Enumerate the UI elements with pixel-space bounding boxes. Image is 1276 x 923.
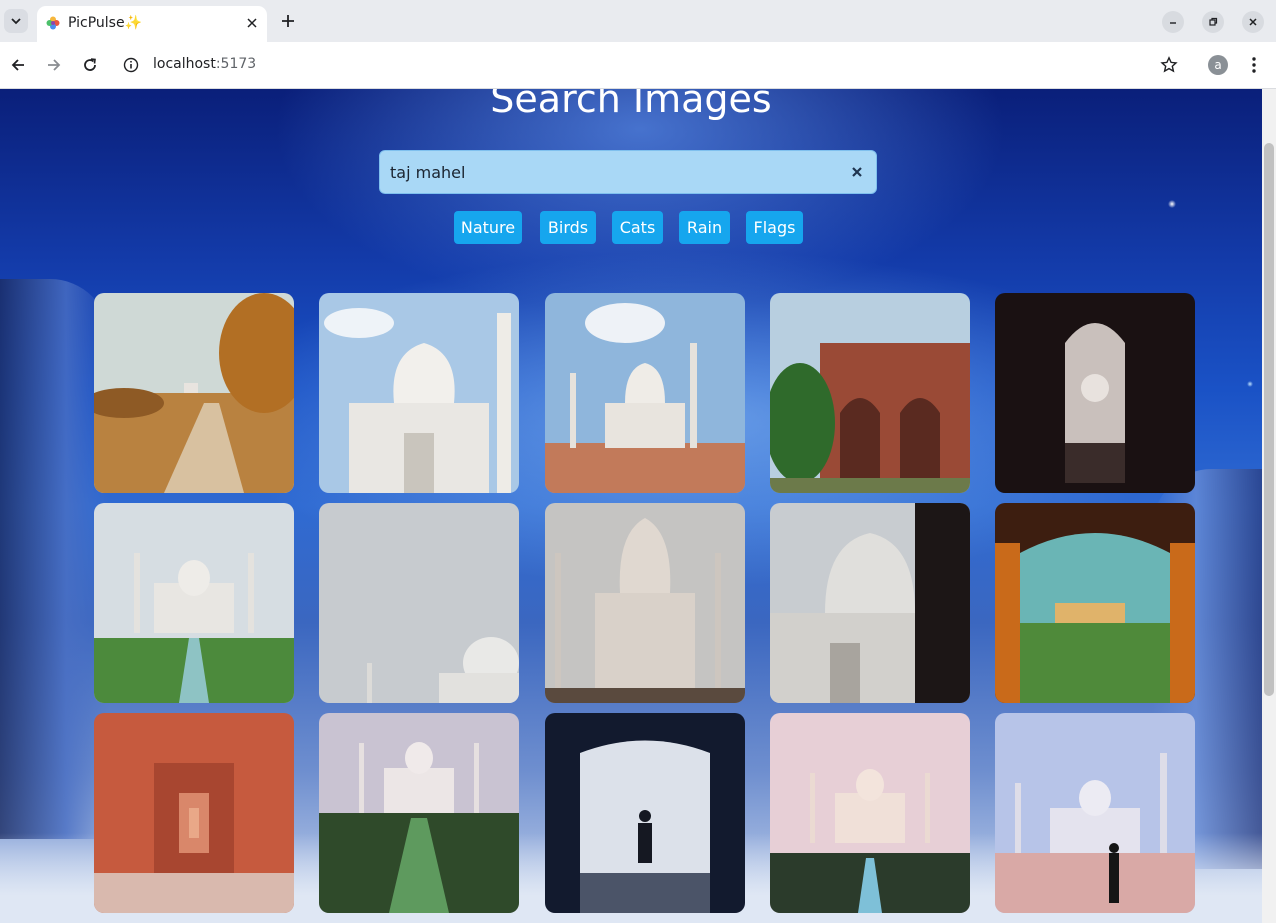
tab-search-button[interactable]	[4, 9, 28, 33]
image-path-autumn-trees	[94, 293, 294, 493]
image-taj-pool-dawn	[319, 713, 519, 913]
minimize-icon	[1170, 22, 1176, 24]
browser-toolbar: localhost:5173	[0, 42, 1276, 89]
chip-nature[interactable]: Nature	[454, 211, 522, 244]
image-card[interactable]	[319, 503, 519, 703]
image-card[interactable]	[94, 713, 294, 913]
site-info-icon[interactable]	[123, 57, 139, 73]
tab-strip: PicPulse✨	[0, 0, 1276, 42]
image-card[interactable]	[545, 713, 745, 913]
image-silhouette-archway	[545, 713, 745, 913]
arrow-left-icon	[11, 59, 24, 71]
image-taj-haze-corner	[319, 503, 519, 703]
url-port: :5173	[215, 56, 257, 72]
image-card[interactable]	[545, 293, 745, 493]
image-taj-ornate-arch	[995, 503, 1195, 703]
image-card[interactable]	[545, 503, 745, 703]
search-box[interactable]	[379, 150, 877, 194]
image-red-corridor	[94, 713, 294, 913]
reload-icon	[84, 58, 96, 71]
page-title: Search Images	[490, 89, 772, 121]
more-vertical-icon	[1252, 57, 1256, 73]
tab-title: PicPulse✨	[68, 15, 143, 31]
image-taj-dark-arch	[995, 293, 1195, 493]
chip-birds[interactable]: Birds	[540, 211, 596, 244]
url-text[interactable]: localhost:5173	[153, 56, 256, 72]
scrollbar-thumb[interactable]	[1264, 143, 1274, 696]
browser-menu-button[interactable]	[1244, 54, 1264, 76]
clear-search-icon[interactable]	[850, 165, 864, 179]
address-bar[interactable]: localhost:5173	[114, 48, 1190, 82]
image-card[interactable]	[770, 713, 970, 913]
forward-button[interactable]	[41, 52, 67, 78]
tab-close-button[interactable]	[243, 14, 261, 32]
chevron-down-icon	[11, 18, 21, 25]
image-card[interactable]	[94, 503, 294, 703]
image-taj-sunrise	[770, 713, 970, 913]
plus-icon	[282, 15, 294, 27]
restore-icon	[1209, 17, 1218, 26]
image-card[interactable]	[319, 293, 519, 493]
picpulse-favicon-icon	[46, 16, 60, 30]
image-card[interactable]	[319, 713, 519, 913]
active-tab[interactable]: PicPulse✨	[37, 6, 267, 42]
image-taj-closeup	[319, 293, 519, 493]
image-card[interactable]	[770, 503, 970, 703]
close-icon	[247, 18, 257, 28]
chip-cats[interactable]: Cats	[612, 211, 663, 244]
restore-button[interactable]	[1202, 11, 1224, 33]
browser-window: PicPulse✨ localhost:5173 a Search Images…	[0, 0, 1276, 923]
chip-rain[interactable]: Rain	[679, 211, 730, 244]
image-taj-reflecting-pool	[94, 503, 294, 703]
chip-flags[interactable]: Flags	[746, 211, 803, 244]
search-input[interactable]	[390, 161, 830, 183]
image-taj-foggy-front	[545, 503, 745, 703]
image-card[interactable]	[995, 293, 1195, 493]
arrow-right-icon	[48, 59, 61, 71]
minimize-button[interactable]	[1162, 11, 1184, 33]
image-person-walking-taj	[995, 713, 1195, 913]
new-tab-button[interactable]	[278, 11, 298, 31]
profile-avatar[interactable]: a	[1208, 55, 1228, 75]
page-viewport: Search Images Nature Birds Cats Rain Fla…	[0, 89, 1262, 923]
reload-button[interactable]	[77, 52, 103, 78]
close-icon	[1249, 18, 1257, 26]
image-red-gateway	[770, 293, 970, 493]
close-window-button[interactable]	[1242, 11, 1264, 33]
image-card[interactable]	[770, 293, 970, 493]
bookmark-star-icon[interactable]	[1160, 56, 1178, 74]
image-taj-courtyard	[545, 293, 745, 493]
url-host: localhost	[153, 56, 216, 72]
image-card[interactable]	[995, 503, 1195, 703]
image-card[interactable]	[94, 293, 294, 493]
image-taj-dome-side	[770, 503, 970, 703]
image-card[interactable]	[995, 713, 1195, 913]
page-scrollbar[interactable]	[1262, 89, 1276, 923]
back-button[interactable]	[5, 52, 31, 78]
